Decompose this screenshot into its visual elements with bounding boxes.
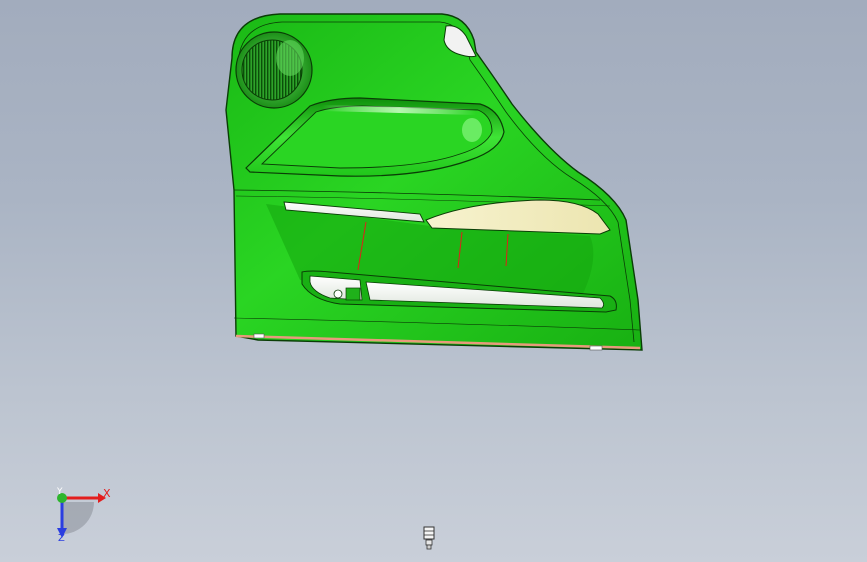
graphics-viewport[interactable]: X Y Z (0, 0, 867, 562)
x-axis-label: X (103, 487, 111, 500)
y-axis-label: Y (57, 487, 63, 497)
z-axis-label: Z (58, 533, 65, 544)
standard-views-icon[interactable] (421, 526, 437, 550)
door-trim-panel-model[interactable] (0, 0, 867, 562)
